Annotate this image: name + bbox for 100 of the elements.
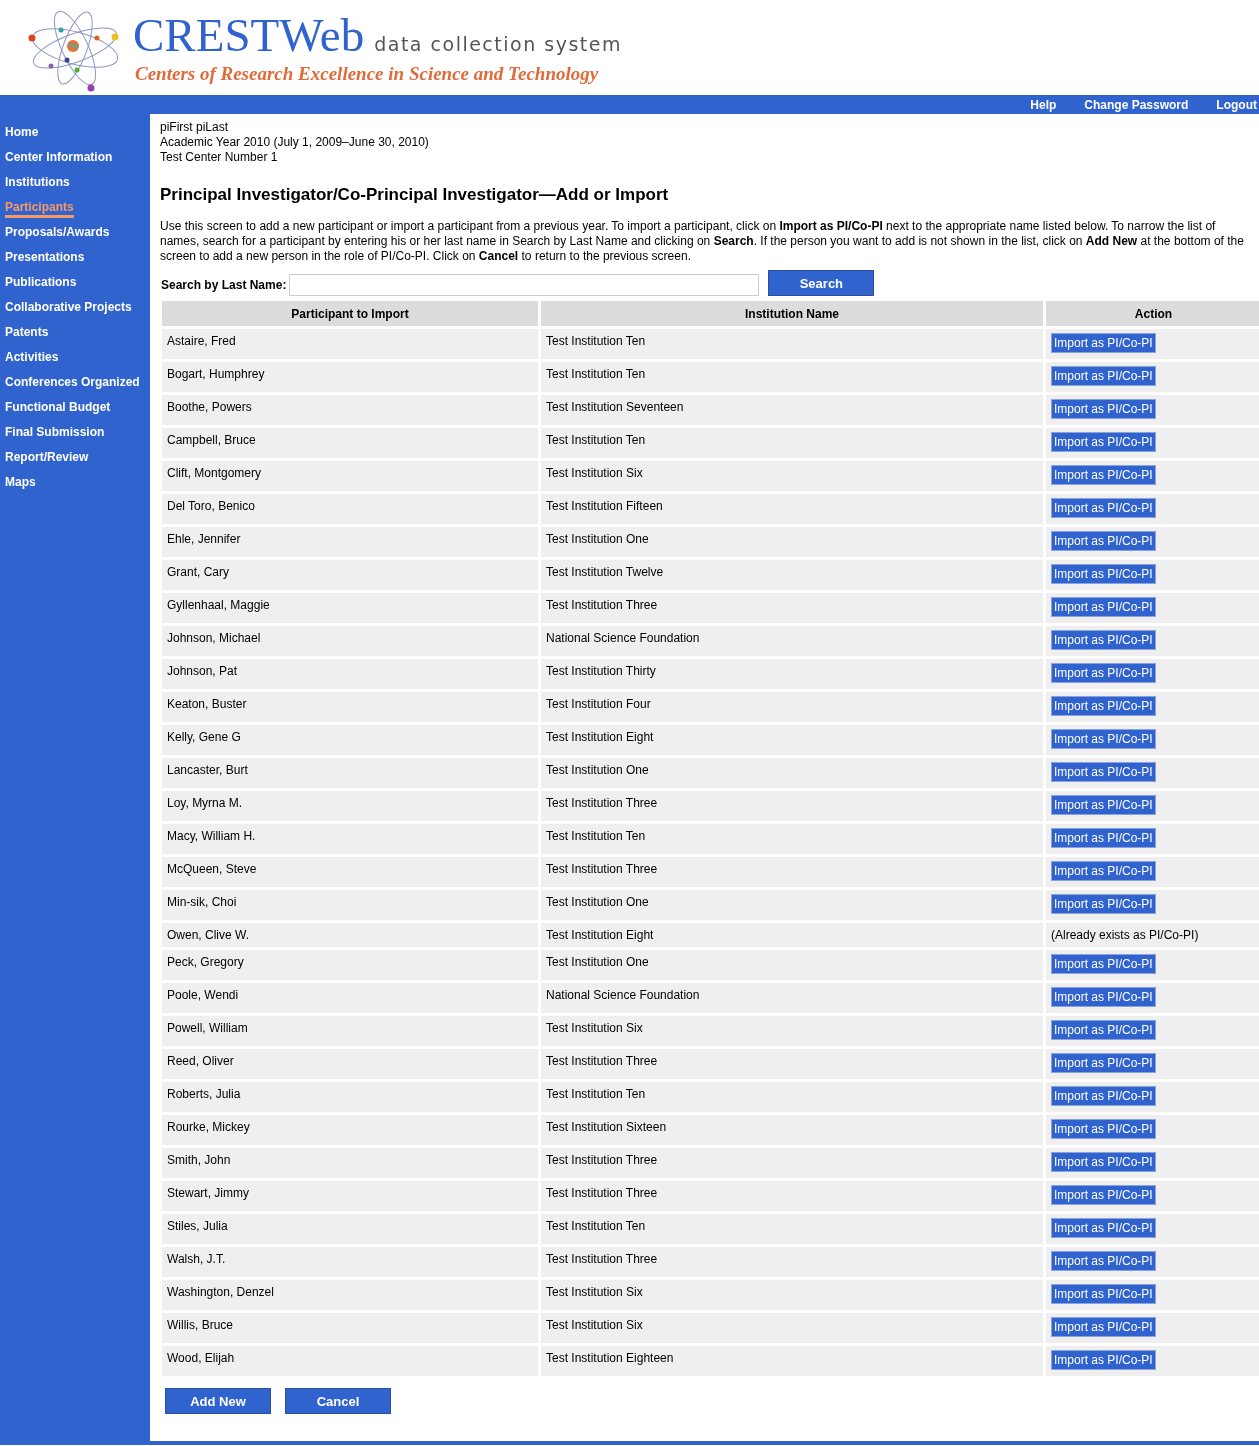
table-cell: Macy, William H. xyxy=(162,824,538,854)
import-button[interactable]: Import as PI/Co-PI xyxy=(1051,465,1156,485)
import-button[interactable]: Import as PI/Co-PI xyxy=(1051,696,1156,716)
sidebar-item[interactable]: Patents xyxy=(5,325,49,350)
table-cell: Del Toro, Benico xyxy=(162,494,538,524)
table-cell: Test Institution One xyxy=(541,890,1043,920)
table-cell: Test Institution Ten xyxy=(541,824,1043,854)
table-cell: Test Institution Ten xyxy=(541,1214,1043,1244)
table-cell: Astaire, Fred xyxy=(162,329,538,359)
import-button[interactable]: Import as PI/Co-PI xyxy=(1051,663,1156,683)
instructions-text: Use this screen to add a new participant or import a participant from a previous year. To import a participant, click on Import as PI/Co-PI next to the appropriate name listed below. To narrow the list of names, search for a participant by entering his or her last name in Search by Last Name and clicking on Search. If the person you want to add is not shown in the list, click on Add New at the bottom of the screen to add a new person in the role of PI/Co-PI. Click on Cancel to return to the previous screen. xyxy=(160,219,1245,264)
top-nav-link[interactable]: Help xyxy=(1030,97,1057,112)
import-button[interactable]: Import as PI/Co-PI xyxy=(1051,954,1156,974)
table-cell: Test Institution Three xyxy=(541,857,1043,887)
import-button[interactable]: Import as PI/Co-PI xyxy=(1051,828,1156,848)
import-button[interactable]: Import as PI/Co-PI xyxy=(1051,399,1156,419)
import-button[interactable]: Import as PI/Co-PI xyxy=(1051,564,1156,584)
table-cell: Test Institution Eight xyxy=(541,725,1043,755)
sidebar-item[interactable]: Center Information xyxy=(5,150,113,175)
table-cell: Test Institution Six xyxy=(541,461,1043,491)
import-button[interactable]: Import as PI/Co-PI xyxy=(1051,597,1156,617)
import-button[interactable]: Import as PI/Co-PI xyxy=(1051,531,1156,551)
site-subtitle: data collection system xyxy=(374,33,622,55)
sidebar-item[interactable]: Final Submission xyxy=(5,425,105,450)
sidebar-item[interactable]: Presentations xyxy=(5,250,85,275)
table-cell: Johnson, Pat xyxy=(162,659,538,689)
table-cell: Test Institution Seventeen xyxy=(541,395,1043,425)
import-button[interactable]: Import as PI/Co-PI xyxy=(1051,894,1156,914)
table-cell: Roberts, Julia xyxy=(162,1082,538,1112)
sidebar-item[interactable]: Report/Review xyxy=(5,450,89,475)
sidebar-item[interactable]: Home xyxy=(5,125,39,150)
import-button[interactable]: Import as PI/Co-PI xyxy=(1051,432,1156,452)
table-cell: Test Institution Ten xyxy=(541,362,1043,392)
import-button[interactable]: Import as PI/Co-PI xyxy=(1051,333,1156,353)
import-button[interactable]: Import as PI/Co-PI xyxy=(1051,795,1156,815)
top-nav-link[interactable]: Change Password xyxy=(1084,97,1189,112)
table-cell: Keaton, Buster xyxy=(162,692,538,722)
import-button[interactable]: Import as PI/Co-PI xyxy=(1051,987,1156,1007)
table-cell: Test Institution Six xyxy=(541,1280,1043,1310)
table-cell: National Science Foundation xyxy=(541,626,1043,656)
import-button[interactable]: Import as PI/Co-PI xyxy=(1051,1020,1156,1040)
sidebar-item[interactable]: Publications xyxy=(5,275,77,300)
table-cell: Stiles, Julia xyxy=(162,1214,538,1244)
table-cell: Test Institution Three xyxy=(541,593,1043,623)
import-button[interactable]: Import as PI/Co-PI xyxy=(1051,366,1156,386)
table-cell: Powell, William xyxy=(162,1016,538,1046)
table-cell: Test Institution Three xyxy=(541,1148,1043,1178)
table-cell: Walsh, J.T. xyxy=(162,1247,538,1277)
form-button[interactable]: Cancel xyxy=(285,1388,391,1414)
search-field[interactable] xyxy=(289,274,760,296)
table-cell: Test Institution Eight xyxy=(541,923,1043,947)
column-header: Action xyxy=(1046,301,1259,326)
table-cell: Min-sik, Choi xyxy=(162,890,538,920)
top-nav-link[interactable]: Logout xyxy=(1216,97,1257,112)
context-line: piFirst piLast xyxy=(160,120,230,135)
search-button[interactable]: Search xyxy=(768,270,875,296)
form-button[interactable]: Add New xyxy=(165,1388,271,1414)
import-button[interactable]: Import as PI/Co-PI xyxy=(1051,1251,1156,1271)
table-cell: Reed, Oliver xyxy=(162,1049,538,1079)
table-cell: Grant, Cary xyxy=(162,560,538,590)
column-header: Institution Name xyxy=(541,301,1043,326)
table-cell: Owen, Clive W. xyxy=(162,923,538,947)
table-cell: Willis, Bruce xyxy=(162,1313,538,1343)
import-button[interactable]: Import as PI/Co-PI xyxy=(1051,1218,1156,1238)
table-cell: Test Institution Fifteen xyxy=(541,494,1043,524)
table-cell: Test Institution Eighteen xyxy=(541,1346,1043,1376)
import-button[interactable]: Import as PI/Co-PI xyxy=(1051,1185,1156,1205)
table-cell: Ehle, Jennifer xyxy=(162,527,538,557)
import-button[interactable]: Import as PI/Co-PI xyxy=(1051,729,1156,749)
sidebar-item[interactable]: Proposals/Awards xyxy=(5,225,110,250)
table-cell: Test Institution Six xyxy=(541,1313,1043,1343)
sidebar-item[interactable]: Maps xyxy=(5,475,36,500)
table-cell: Test Institution Thirty xyxy=(541,659,1043,689)
sidebar-item[interactable]: Activities xyxy=(5,350,59,375)
sidebar-item[interactable]: Collaborative Projects xyxy=(5,300,132,325)
import-button[interactable]: Import as PI/Co-PI xyxy=(1051,762,1156,782)
search-label: Search by Last Name: xyxy=(161,278,287,292)
import-button[interactable]: Import as PI/Co-PI xyxy=(1051,1086,1156,1106)
table-cell: Kelly, Gene G xyxy=(162,725,538,755)
table-cell: Test Institution Three xyxy=(541,1247,1043,1277)
site-tagline: Centers of Research Excellence in Science and Technology xyxy=(135,63,600,85)
context-line: Academic Year 2010 (July 1, 2009–June 30, 2010) xyxy=(160,135,430,150)
table-cell: Test Institution Three xyxy=(541,1181,1043,1211)
import-button[interactable]: Import as PI/Co-PI xyxy=(1051,630,1156,650)
import-button[interactable]: Import as PI/Co-PI xyxy=(1051,1152,1156,1172)
import-button[interactable]: Import as PI/Co-PI xyxy=(1051,1284,1156,1304)
import-button[interactable]: Import as PI/Co-PI xyxy=(1051,1350,1156,1370)
table-cell: Boothe, Powers xyxy=(162,395,538,425)
import-button[interactable]: Import as PI/Co-PI xyxy=(1051,498,1156,518)
import-button[interactable]: Import as PI/Co-PI xyxy=(1051,1119,1156,1139)
table-cell: Test Institution Four xyxy=(541,692,1043,722)
sidebar-item[interactable]: Conferences Organized xyxy=(5,375,140,400)
table-cell: Test Institution Three xyxy=(541,791,1043,821)
import-button[interactable]: Import as PI/Co-PI xyxy=(1051,1053,1156,1073)
table-cell: Test Institution One xyxy=(541,527,1043,557)
sidebar-item[interactable]: Institutions xyxy=(5,175,70,200)
table-cell: (Already exists as PI/Co-PI) xyxy=(1046,923,1259,947)
import-button[interactable]: Import as PI/Co-PI xyxy=(1051,861,1156,881)
sidebar-item[interactable]: Functional Budget xyxy=(5,400,111,425)
import-button[interactable]: Import as PI/Co-PI xyxy=(1051,1317,1156,1337)
